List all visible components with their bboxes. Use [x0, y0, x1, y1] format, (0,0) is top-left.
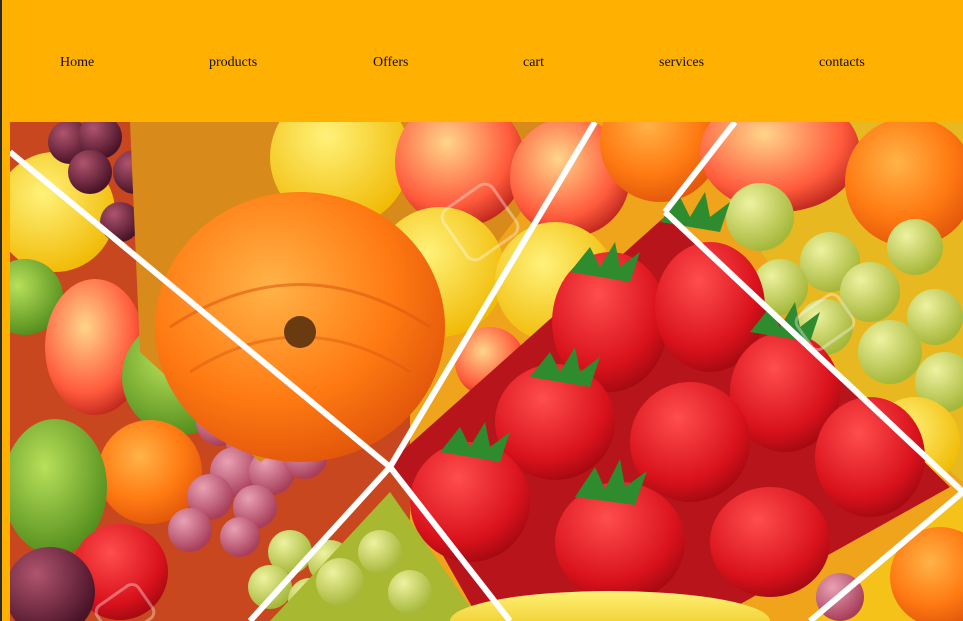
- nav-link-cart[interactable]: cart: [523, 54, 544, 72]
- nav-link-offers[interactable]: Offers: [373, 54, 409, 72]
- nav-link-products[interactable]: products: [209, 54, 257, 72]
- nav-link-home[interactable]: Home: [60, 54, 94, 72]
- nav-link-contacts[interactable]: contacts: [819, 54, 865, 72]
- fruit-collage-image: [10, 122, 963, 621]
- hero-banner: [2, 122, 963, 621]
- nav-link-services[interactable]: services: [659, 54, 704, 72]
- top-navbar: Home products Offers cart services conta…: [2, 0, 963, 122]
